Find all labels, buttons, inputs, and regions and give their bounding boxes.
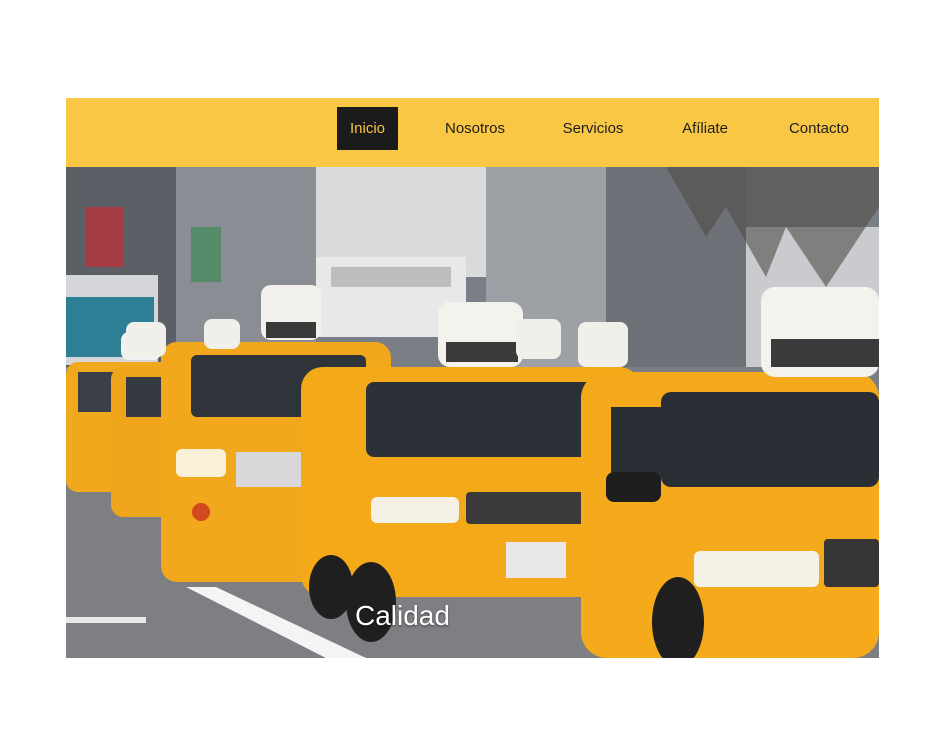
page: Inicio Nosotros Servicios Afíliate Conta… [0, 0, 945, 756]
website-frame: Inicio Nosotros Servicios Afíliate Conta… [66, 98, 879, 658]
hero-caption: Calidad [355, 600, 450, 631]
nav-item-contacto[interactable]: Contacto [782, 107, 856, 150]
hero-banner: Calidad [66, 167, 879, 658]
nav-item-afiliate[interactable]: Afíliate [676, 107, 734, 150]
nav-item-inicio[interactable]: Inicio [337, 107, 398, 150]
nav-item-nosotros[interactable]: Nosotros [437, 107, 513, 150]
nav-item-servicios[interactable]: Servicios [556, 107, 630, 150]
top-navbar: Inicio Nosotros Servicios Afíliate Conta… [66, 98, 879, 167]
hero-image [66, 167, 879, 658]
